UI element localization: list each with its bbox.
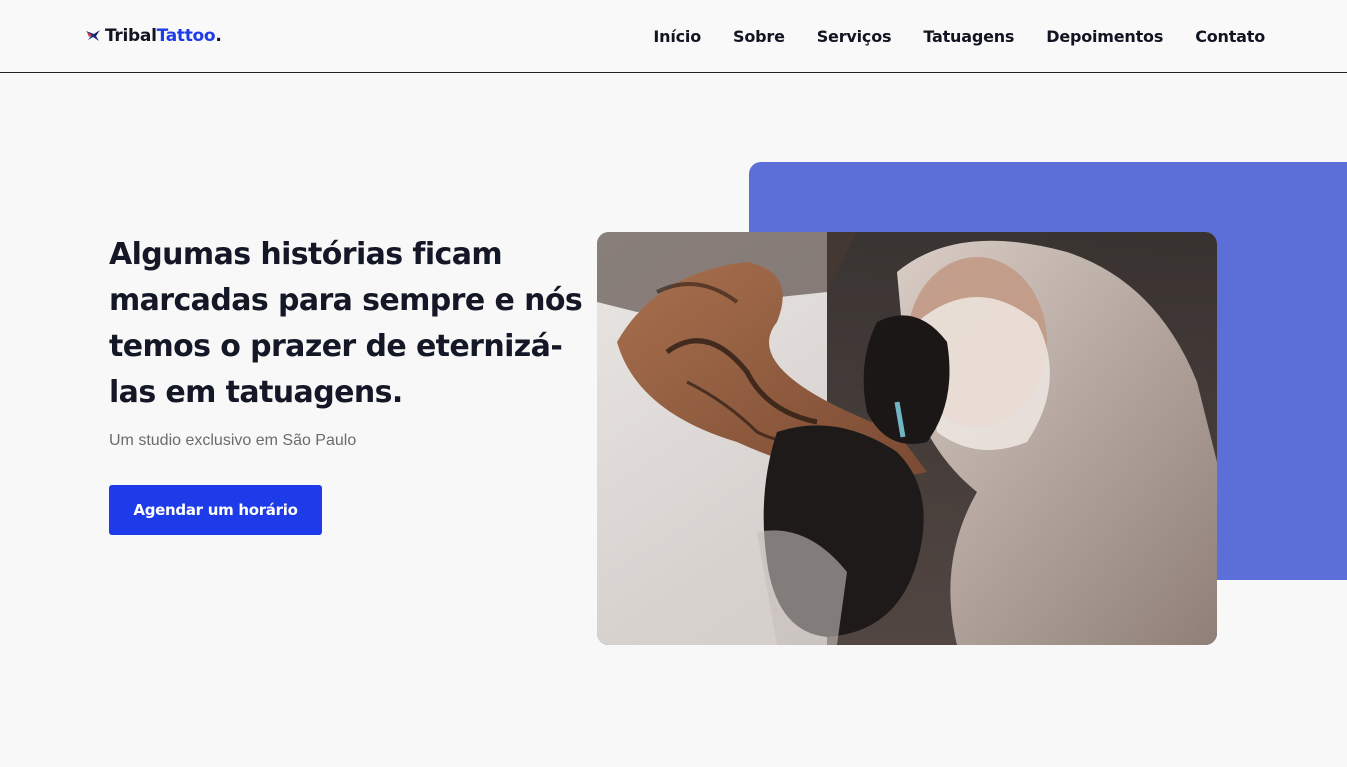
nav-item-inicio[interactable]: Início (653, 27, 701, 46)
brand-name-dot: . (215, 26, 222, 46)
schedule-appointment-button[interactable]: Agendar um horário (109, 485, 322, 535)
brand-logo[interactable]: TribalTattoo. (85, 24, 222, 48)
nav-item-tatuagens[interactable]: Tatuagens (923, 27, 1014, 46)
nav-item-contato[interactable]: Contato (1195, 27, 1265, 46)
tattoo-artist-photo (597, 232, 1217, 645)
nav-item-servicos[interactable]: Serviços (817, 27, 892, 46)
nav-item-sobre[interactable]: Sobre (733, 27, 785, 46)
site-header: TribalTattoo. Início Sobre Serviços Tatu… (0, 0, 1347, 73)
brand-name-part1: Tribal (105, 26, 157, 46)
hero-subtitle: Um studio exclusivo em São Paulo (109, 432, 357, 449)
main-nav: Início Sobre Serviços Tatuagens Depoimen… (653, 24, 1265, 48)
tribal-bird-icon (85, 28, 101, 44)
nav-item-depoimentos[interactable]: Depoimentos (1046, 27, 1163, 46)
brand-name-part2: Tattoo (156, 26, 216, 46)
hero-title: Algumas histórias ficam marcadas para se… (109, 237, 583, 410)
